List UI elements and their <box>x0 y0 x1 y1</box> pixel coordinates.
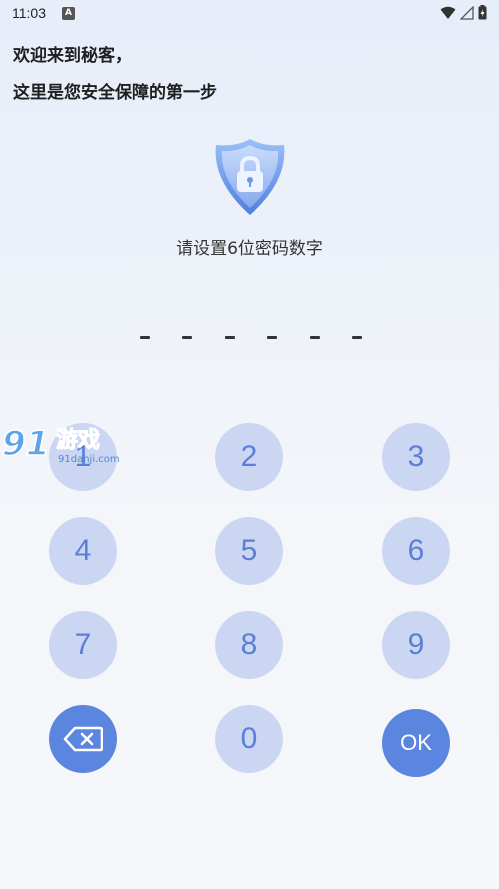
key-4[interactable]: 4 <box>49 517 117 585</box>
key-6[interactable]: 6 <box>382 517 450 585</box>
ok-button[interactable]: OK <box>382 709 450 777</box>
watermark-logo: 9 1 游戏 91danji.com <box>1 423 120 465</box>
welcome-line-1: 欢迎来到秘客， <box>13 46 132 66</box>
pin-slot <box>351 336 362 339</box>
key-5[interactable]: 5 <box>215 517 283 585</box>
pin-slot <box>140 336 150 339</box>
notification-icon: A <box>62 6 75 20</box>
status-bar: 11:03 A <box>0 0 499 26</box>
welcome-line-2: 这里是您安全保障的第一步 <box>13 83 217 103</box>
pin-instruction: 请设置6位密码数字 <box>176 239 323 259</box>
key-7[interactable]: 7 <box>49 611 117 679</box>
shield-lock-icon <box>215 139 285 215</box>
pin-slot <box>267 336 278 339</box>
pin-slot <box>309 336 320 339</box>
delete-button[interactable] <box>49 705 117 773</box>
backspace-icon <box>63 726 103 752</box>
key-3[interactable]: 3 <box>382 423 450 491</box>
key-9[interactable]: 9 <box>382 611 450 679</box>
key-2[interactable]: 2 <box>215 423 283 491</box>
pin-slot <box>182 336 193 339</box>
pin-slots <box>140 336 362 339</box>
status-time: 11:03 <box>12 5 46 21</box>
key-8[interactable]: 8 <box>215 611 283 679</box>
status-icons <box>440 5 487 20</box>
svg-text:91danji.com: 91danji.com <box>58 454 120 465</box>
svg-text:游戏: 游戏 <box>56 427 100 453</box>
pin-slot <box>224 336 235 339</box>
svg-text:9: 9 <box>2 424 26 464</box>
key-0[interactable]: 0 <box>215 705 283 773</box>
battery-icon <box>478 5 487 20</box>
signal-icon <box>460 5 474 20</box>
wifi-icon <box>440 6 456 19</box>
svg-text:1: 1 <box>26 424 50 464</box>
